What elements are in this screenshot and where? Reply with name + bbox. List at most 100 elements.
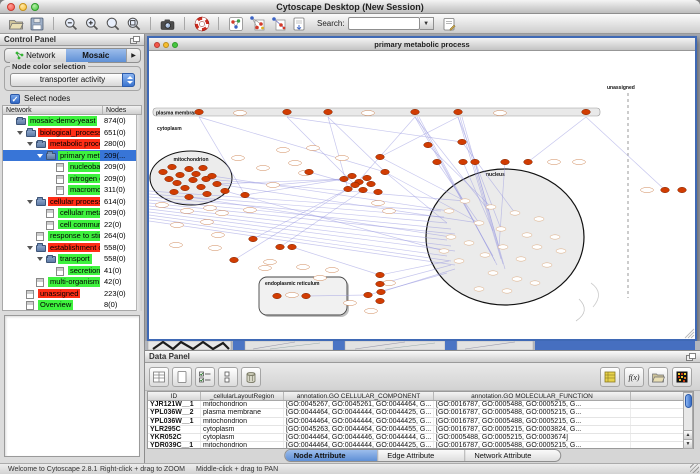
network-node[interactable] — [351, 182, 360, 187]
tree-row[interactable]: establishment of lo558(0) — [3, 242, 141, 254]
network-node[interactable] — [195, 109, 204, 114]
table-row[interactable]: YJR121W__1mitochondrion[GO:0045267, GO:0… — [148, 401, 693, 409]
open-session-button[interactable] — [5, 15, 26, 33]
zoom-out-button[interactable] — [60, 15, 81, 33]
network-node[interactable] — [471, 159, 480, 164]
network-node[interactable] — [159, 169, 168, 174]
network-node[interactable] — [168, 164, 177, 169]
network-node[interactable] — [173, 180, 182, 185]
column-header[interactable]: annotation.GO CELLULAR_COMPONENT — [284, 392, 434, 400]
network-node[interactable] — [340, 176, 349, 181]
tree-row[interactable]: cellular process614(0) — [3, 196, 141, 208]
table-row[interactable]: YKR052Ccytoplasm[GO:0044464, GO:0044446,… — [148, 434, 693, 442]
network-node[interactable] — [363, 175, 372, 180]
float-panel-icon[interactable] — [686, 353, 696, 361]
network-node[interactable] — [199, 165, 208, 170]
tree-row[interactable]: cellular metabo209(0) — [3, 207, 141, 219]
tree-row[interactable]: primary metabo209(... — [3, 150, 141, 162]
search-input[interactable] — [348, 17, 420, 30]
network-node[interactable] — [213, 181, 222, 186]
canvas-resize-grip[interactable] — [688, 332, 694, 338]
select-nodes-checkbox[interactable]: ✓ — [10, 94, 20, 104]
network-node[interactable] — [458, 139, 467, 144]
tab-network[interactable]: Network — [5, 49, 66, 62]
tree-scrollbar[interactable] — [136, 115, 142, 311]
network-node[interactable] — [678, 187, 687, 192]
search-dropdown-button[interactable]: ▼ — [420, 17, 434, 30]
network-node[interactable] — [185, 194, 194, 199]
network-node[interactable] — [376, 272, 385, 277]
tree-row[interactable]: transport558(0) — [3, 253, 141, 265]
network-node[interactable] — [208, 173, 217, 178]
column-header[interactable]: ID — [148, 392, 201, 400]
expand-arrow-icon[interactable] — [37, 257, 43, 261]
network-node[interactable] — [165, 176, 174, 181]
network-node[interactable] — [181, 185, 190, 190]
network-node[interactable] — [276, 244, 285, 249]
network-node[interactable] — [302, 293, 311, 298]
network-canvas[interactable]: plasma membranecytoplasmmitochondrionnuc… — [149, 51, 695, 339]
tree-row[interactable]: biological_process651(0) — [3, 127, 141, 139]
network-close-button[interactable] — [154, 42, 160, 48]
vizmap-nodes-button[interactable] — [246, 15, 267, 33]
network-node[interactable] — [344, 186, 353, 191]
canvas-resize-grip[interactable] — [691, 335, 694, 338]
manage-networks-button[interactable] — [225, 15, 246, 33]
browser-tab[interactable]: Network Attribute Browser — [465, 450, 560, 461]
window-resize-grip[interactable] — [690, 464, 699, 473]
attribute-editor-button[interactable] — [600, 367, 620, 387]
network-node[interactable] — [381, 169, 390, 174]
network-node[interactable] — [249, 236, 258, 241]
expand-arrow-icon[interactable] — [27, 142, 33, 146]
network-node[interactable] — [241, 192, 250, 197]
function-builder-button[interactable]: f(x) — [624, 367, 644, 387]
network-node[interactable] — [273, 293, 282, 298]
browser-tab[interactable]: Node Attribute Browser — [285, 450, 378, 461]
network-node[interactable] — [376, 298, 385, 303]
network-node[interactable] — [376, 281, 385, 286]
expand-arrow-icon[interactable] — [37, 154, 43, 158]
expand-arrow-icon[interactable] — [17, 131, 23, 135]
network-node[interactable] — [367, 181, 376, 186]
tree-row[interactable]: secretion41(0) — [3, 265, 141, 277]
tab-mosaic[interactable]: Mosaic — [66, 49, 127, 62]
tree-row[interactable]: response to stimul264(0) — [3, 230, 141, 242]
scrollbar-thumb[interactable] — [685, 394, 692, 408]
zoom-fit-button[interactable] — [102, 15, 123, 33]
tree-row[interactable]: Overview8(0) — [3, 299, 141, 311]
tree-row[interactable]: macromolecule311(0) — [3, 184, 141, 196]
annotation-editor-button[interactable] — [439, 15, 460, 33]
unselect-attributes-button[interactable] — [218, 367, 238, 387]
network-node[interactable] — [359, 187, 368, 192]
minimize-button[interactable] — [19, 3, 27, 11]
close-button[interactable] — [7, 3, 15, 11]
network-node[interactable] — [197, 184, 206, 189]
table-scrollbar[interactable]: ▲ ▼ — [683, 392, 693, 449]
network-node[interactable] — [376, 154, 385, 159]
vizmap-edges-button[interactable] — [267, 15, 288, 33]
network-window-titlebar[interactable]: primary metabolic process — [149, 38, 695, 51]
network-node[interactable] — [454, 109, 463, 114]
tree-row[interactable]: mosaic-demo-yeast874(0) — [3, 115, 141, 127]
network-node[interactable] — [424, 142, 433, 147]
table-row[interactable]: YPL036W__2plasma membrane[GO:0044464, GO… — [148, 409, 693, 417]
tree-row[interactable]: metabolic process280(0) — [3, 138, 141, 150]
zoom-in-button[interactable] — [81, 15, 102, 33]
network-node[interactable] — [374, 189, 383, 194]
tree-row[interactable]: nucleobase-209(0) — [3, 161, 141, 173]
browser-tab[interactable]: Edge Attribute Browser — [378, 450, 465, 461]
new-attribute-button[interactable] — [172, 367, 192, 387]
column-header[interactable] — [631, 392, 685, 400]
network-node[interactable] — [459, 159, 468, 164]
float-panel-icon[interactable] — [130, 36, 140, 44]
column-header[interactable]: _cellularLayoutRegion — [201, 392, 284, 400]
expand-arrow-icon[interactable] — [27, 200, 33, 204]
tab-overflow-button[interactable]: ▶ — [126, 49, 140, 62]
network-node[interactable] — [189, 177, 198, 182]
network-node[interactable] — [192, 171, 201, 176]
column-header[interactable]: annotation.GO MOLECULAR_FUNCTION — [434, 392, 631, 400]
network-node[interactable] — [661, 187, 670, 192]
attribute-table-button[interactable] — [149, 367, 169, 387]
network-node[interactable] — [221, 188, 230, 193]
tree-row[interactable]: multi-organism pro42(0) — [3, 276, 141, 288]
